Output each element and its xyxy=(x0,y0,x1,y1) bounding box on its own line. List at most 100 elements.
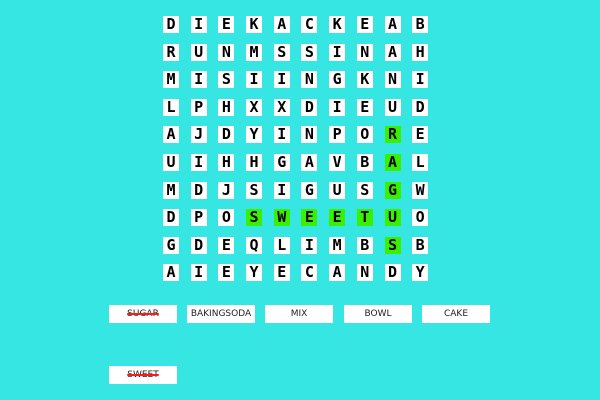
grid-cell-r7-c4[interactable]: W xyxy=(273,209,290,227)
grid-cell-r1-c1[interactable]: U xyxy=(190,43,207,61)
word-sugar[interactable]: SUGAR xyxy=(109,305,177,323)
grid-cell-r7-c9[interactable]: O xyxy=(412,209,429,227)
grid-cell-r3-c1[interactable]: P xyxy=(190,98,207,116)
grid-cell-r2-c2[interactable]: S xyxy=(218,71,235,89)
grid-cell-r2-c6[interactable]: G xyxy=(329,71,346,89)
grid-cell-r8-c3[interactable]: Q xyxy=(246,236,263,254)
grid-cell-r4-c6[interactable]: P xyxy=(329,126,346,144)
grid-cell-r6-c4[interactable]: I xyxy=(273,181,290,199)
word-bowl[interactable]: BOWL xyxy=(344,305,412,323)
grid-cell-r0-c2[interactable]: E xyxy=(218,16,235,33)
grid-cell-r9-c7[interactable]: N xyxy=(356,264,373,282)
grid-cell-r1-c8[interactable]: A xyxy=(384,43,401,61)
grid-cell-r8-c6[interactable]: M xyxy=(329,236,346,254)
grid-cell-r9-c3[interactable]: Y xyxy=(246,264,263,282)
grid-cell-r2-c5[interactable]: N xyxy=(301,71,318,89)
grid-cell-r0-c0[interactable]: D xyxy=(163,16,179,33)
grid-cell-r9-c2[interactable]: E xyxy=(218,264,235,282)
grid-cell-r1-c5[interactable]: S xyxy=(301,43,318,61)
grid-cell-r3-c9[interactable]: D xyxy=(412,98,429,116)
grid-cell-r2-c7[interactable]: K xyxy=(356,71,373,89)
grid-cell-r6-c6[interactable]: U xyxy=(329,181,346,199)
grid-cell-r3-c5[interactable]: D xyxy=(301,98,318,116)
grid-cell-r7-c1[interactable]: P xyxy=(190,209,207,227)
grid-cell-r3-c8[interactable]: U xyxy=(384,98,401,116)
grid-cell-r9-c0[interactable]: A xyxy=(163,264,179,282)
grid-cell-r1-c6[interactable]: I xyxy=(329,43,346,61)
grid-cell-r5-c1[interactable]: I xyxy=(190,153,207,171)
grid-cell-r1-c4[interactable]: S xyxy=(273,43,290,61)
grid-cell-r3-c0[interactable]: L xyxy=(163,98,179,116)
grid-cell-r5-c2[interactable]: H xyxy=(218,153,235,171)
grid-cell-r5-c3[interactable]: H xyxy=(246,153,263,171)
word-cake[interactable]: CAKE xyxy=(422,305,490,323)
grid-cell-r8-c9[interactable]: B xyxy=(412,236,429,254)
grid-cell-r8-c0[interactable]: G xyxy=(163,236,179,254)
grid-cell-r2-c8[interactable]: N xyxy=(384,71,401,89)
grid-cell-r6-c9[interactable]: W xyxy=(412,181,429,199)
grid-cell-r0-c9[interactable]: B xyxy=(412,16,429,33)
grid-cell-r3-c4[interactable]: X xyxy=(273,98,290,116)
grid-cell-r5-c9[interactable]: L xyxy=(412,153,429,171)
grid-cell-r4-c2[interactable]: D xyxy=(218,126,235,144)
grid-cell-r4-c4[interactable]: I xyxy=(273,126,290,144)
grid-cell-r0-c8[interactable]: A xyxy=(384,16,401,33)
grid-cell-r6-c8[interactable]: G xyxy=(384,181,401,199)
grid-cell-r1-c3[interactable]: M xyxy=(246,43,263,61)
grid-cell-r8-c4[interactable]: L xyxy=(273,236,290,254)
grid-cell-r9-c4[interactable]: E xyxy=(273,264,290,282)
grid-cell-r4-c1[interactable]: J xyxy=(190,126,207,144)
grid-cell-r2-c9[interactable]: I xyxy=(412,71,429,89)
grid-cell-r4-c5[interactable]: N xyxy=(301,126,318,144)
grid-cell-r8-c8[interactable]: S xyxy=(384,236,401,254)
grid-cell-r1-c0[interactable]: R xyxy=(163,43,179,61)
grid-cell-r7-c6[interactable]: E xyxy=(329,209,346,227)
grid-cell-r3-c3[interactable]: X xyxy=(246,98,263,116)
grid-cell-r6-c1[interactable]: D xyxy=(190,181,207,199)
grid-cell-r0-c5[interactable]: C xyxy=(301,16,318,33)
grid-cell-r4-c0[interactable]: A xyxy=(163,126,179,144)
grid-cell-r1-c2[interactable]: N xyxy=(218,43,235,61)
grid-cell-r8-c2[interactable]: E xyxy=(218,236,235,254)
grid-cell-r7-c0[interactable]: D xyxy=(163,209,179,227)
grid-cell-r6-c3[interactable]: S xyxy=(246,181,263,199)
grid-cell-r8-c5[interactable]: I xyxy=(301,236,318,254)
grid-cell-r7-c3[interactable]: S xyxy=(246,209,263,227)
grid-cell-r5-c4[interactable]: G xyxy=(273,153,290,171)
grid-cell-r2-c3[interactable]: I xyxy=(246,71,263,89)
grid-cell-r7-c7[interactable]: T xyxy=(356,209,373,227)
grid-cell-r4-c7[interactable]: O xyxy=(356,126,373,144)
word-sweet[interactable]: SWEET xyxy=(109,366,177,384)
grid-cell-r3-c7[interactable]: E xyxy=(356,98,373,116)
grid-cell-r5-c0[interactable]: U xyxy=(163,153,179,171)
grid-cell-r2-c4[interactable]: I xyxy=(273,71,290,89)
grid-cell-r9-c6[interactable]: A xyxy=(329,264,346,282)
grid-cell-r8-c1[interactable]: D xyxy=(190,236,207,254)
grid-cell-r6-c0[interactable]: M xyxy=(163,181,179,199)
grid-cell-r8-c7[interactable]: B xyxy=(356,236,373,254)
grid-cell-r3-c6[interactable]: I xyxy=(329,98,346,116)
grid-cell-r2-c1[interactable]: I xyxy=(190,71,207,89)
grid-cell-r4-c3[interactable]: Y xyxy=(246,126,263,144)
grid-cell-r2-c0[interactable]: M xyxy=(163,71,179,89)
grid-cell-r4-c8[interactable]: R xyxy=(384,126,401,144)
grid-cell-r5-c5[interactable]: A xyxy=(301,153,318,171)
word-bakingsoda[interactable]: BAKINGSODA xyxy=(187,305,255,323)
grid-cell-r0-c4[interactable]: A xyxy=(273,16,290,33)
grid-cell-r3-c2[interactable]: H xyxy=(218,98,235,116)
grid-cell-r9-c1[interactable]: I xyxy=(190,264,207,282)
grid-cell-r6-c5[interactable]: G xyxy=(301,181,318,199)
grid-cell-r6-c7[interactable]: S xyxy=(356,181,373,199)
grid-cell-r1-c9[interactable]: H xyxy=(412,43,429,61)
grid-cell-r5-c6[interactable]: V xyxy=(329,153,346,171)
grid-cell-r0-c1[interactable]: I xyxy=(190,16,207,33)
grid-cell-r9-c5[interactable]: C xyxy=(301,264,318,282)
grid-cell-r5-c7[interactable]: B xyxy=(356,153,373,171)
grid-cell-r9-c8[interactable]: D xyxy=(384,264,401,282)
grid-cell-r1-c7[interactable]: N xyxy=(356,43,373,61)
grid-cell-r0-c6[interactable]: K xyxy=(329,16,346,33)
grid-cell-r0-c3[interactable]: K xyxy=(246,16,263,33)
grid-cell-r0-c7[interactable]: E xyxy=(356,16,373,33)
grid-cell-r5-c8[interactable]: A xyxy=(384,153,401,171)
grid-cell-r6-c2[interactable]: J xyxy=(218,181,235,199)
